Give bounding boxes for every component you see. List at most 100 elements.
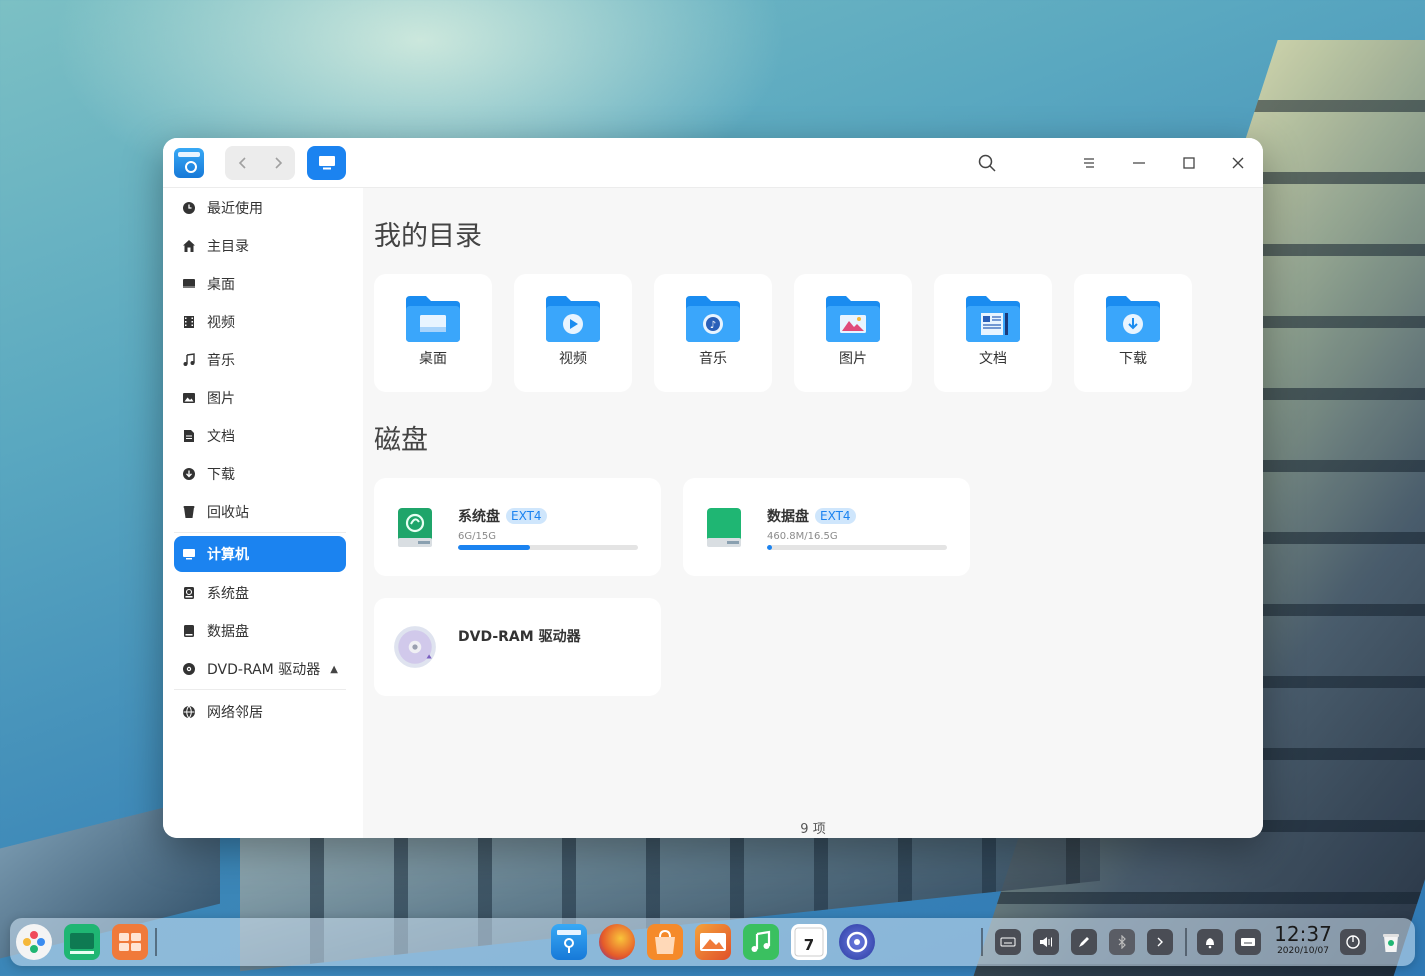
sidebar-item-label: 图片 [207,391,235,407]
disk-card-data[interactable]: 数据盘 EXT4 460.8M/16.5G [683,478,970,576]
folder-label: 图片 [839,351,867,367]
calendar-icon[interactable]: 7 [791,924,827,960]
clock-date[interactable]: 2020/10/07 [1268,946,1338,956]
onscreen-keyboard-icon[interactable] [1235,929,1261,955]
sidebar-item-pictures[interactable]: 图片 [174,380,346,416]
sidebar-item-label: 数据盘 [207,624,249,640]
close-icon[interactable] [1225,150,1251,176]
picture-icon [181,390,197,406]
multitask-view-icon[interactable] [64,924,100,960]
status-item-count: 9 项 [800,822,826,837]
disk-usage-bar [458,545,638,550]
filesystem-badge: EXT4 [506,508,547,524]
pictures-folder-icon [826,296,880,342]
sidebar-item-trash[interactable]: 回收站 [174,494,346,530]
image-viewer-icon[interactable] [695,924,731,960]
sidebar-item-label: 文档 [207,429,235,445]
documents-folder-icon [966,296,1020,342]
folder-card-video[interactable]: 视频 [514,274,632,392]
sidebar-item-downloads[interactable]: 下载 [174,456,346,492]
sidebar-item-documents[interactable]: 文档 [174,418,346,454]
folder-label: 桌面 [419,351,447,367]
launcher-icon[interactable] [16,924,52,960]
music-folder-icon: ♪ [686,296,740,342]
sidebar-item-video[interactable]: 视频 [174,304,346,340]
minimize-icon[interactable] [1126,150,1152,176]
section-title-my-directories: 我的目录 [374,221,482,252]
sidebar-divider [174,689,346,690]
clock-time[interactable]: 12:37 [1272,922,1334,946]
eject-icon[interactable]: ▲ [330,664,338,675]
sidebar-item-music[interactable]: 音乐 [174,342,346,378]
sidebar-item-recent[interactable]: 最近使用 [174,190,346,226]
sidebar-item-system-disk[interactable]: 系统盘 [174,575,346,611]
sidebar-item-data-disk[interactable]: 数据盘 [174,613,346,649]
folder-card-desktop[interactable]: 桌面 [374,274,492,392]
folder-card-documents[interactable]: 文档 [934,274,1052,392]
file-manager-window: 最近使用 主目录 桌面 视频 音乐 图片 文档 下载 回收站 计算机 系统盘 数… [163,138,1263,838]
sidebar-item-label: 系统盘 [207,586,249,602]
chevron-left-icon[interactable] [225,146,260,180]
keyboard-layout-icon[interactable] [995,929,1021,955]
power-icon[interactable] [1340,929,1366,955]
downloads-folder-icon [1106,296,1160,342]
app-store-icon[interactable] [647,924,683,960]
show-desktop-icon[interactable] [112,924,148,960]
disk-icon [181,585,197,601]
sidebar-item-network[interactable]: 网络邻居 [174,694,346,730]
folder-label: 下载 [1119,351,1147,367]
settings-icon[interactable] [839,924,875,960]
sidebar-item-label: 桌面 [207,277,235,293]
sidebar-item-label: 回收站 [207,505,249,521]
sidebar-item-label: 音乐 [207,353,235,369]
sidebar-item-home[interactable]: 主目录 [174,228,346,264]
folder-card-music[interactable]: ♪ 音乐 [654,274,772,392]
dock: 7 12:37 2020/10/07 [10,918,1415,966]
chevron-right-icon[interactable] [260,146,295,180]
breadcrumb-computer-button[interactable] [307,146,346,180]
trash-icon [181,504,197,520]
search-icon[interactable] [974,150,1000,176]
bluetooth-icon[interactable] [1109,929,1135,955]
menu-icon[interactable] [1076,150,1102,176]
disk-card-system[interactable]: 系统盘 EXT4 6G/15G [374,478,661,576]
sidebar-item-computer[interactable]: 计算机 [174,536,346,572]
disk-card-dvd[interactable]: DVD-RAM 驱动器 [374,598,661,696]
volume-icon[interactable] [1033,929,1059,955]
optical-disc-icon [394,626,436,668]
folder-card-downloads[interactable]: 下载 [1074,274,1192,392]
sidebar-item-label: 计算机 [207,547,249,563]
computer-icon [318,156,335,170]
video-icon [181,314,197,330]
folder-label: 视频 [559,351,587,367]
pen-icon[interactable] [1071,929,1097,955]
trash-bin-icon[interactable] [1378,929,1404,955]
folder-card-pictures[interactable]: 图片 [794,274,912,392]
system-disk-icon [398,508,432,547]
file-manager-icon[interactable] [551,924,587,960]
firefox-icon[interactable] [599,924,635,960]
titlebar [163,138,1263,188]
desktop-folder-icon [406,296,460,342]
dock-separator [155,928,157,956]
sidebar-item-label: 最近使用 [207,201,263,217]
disk-name-text: 系统盘 [458,509,500,525]
chevron-right-icon[interactable] [1147,929,1173,955]
svg-text:♪: ♪ [710,320,716,331]
computer-icon [181,546,197,562]
main-content: 我的目录 桌面 视频 ♪ 音乐 图片 文档 下载 磁盘 系统盘 EXT4 6G/… [363,188,1263,838]
section-title-disks: 磁盘 [374,425,428,456]
dock-separator [981,928,983,956]
disk-usage-bar-fill [458,545,530,550]
filesystem-badge: EXT4 [815,508,856,524]
sidebar-item-dvd-drive[interactable]: DVD-RAM 驱动器 ▲ [174,651,346,687]
notification-bell-icon[interactable] [1197,929,1223,955]
optical-disc-icon [181,661,197,677]
dock-separator [1185,928,1187,956]
music-player-icon[interactable] [743,924,779,960]
disk-name: 数据盘 EXT4 [767,506,856,526]
sidebar-item-desktop[interactable]: 桌面 [174,266,346,302]
disk-usage-bar [767,545,947,550]
disk-name-text: 数据盘 [767,509,809,525]
maximize-icon[interactable] [1176,150,1202,176]
